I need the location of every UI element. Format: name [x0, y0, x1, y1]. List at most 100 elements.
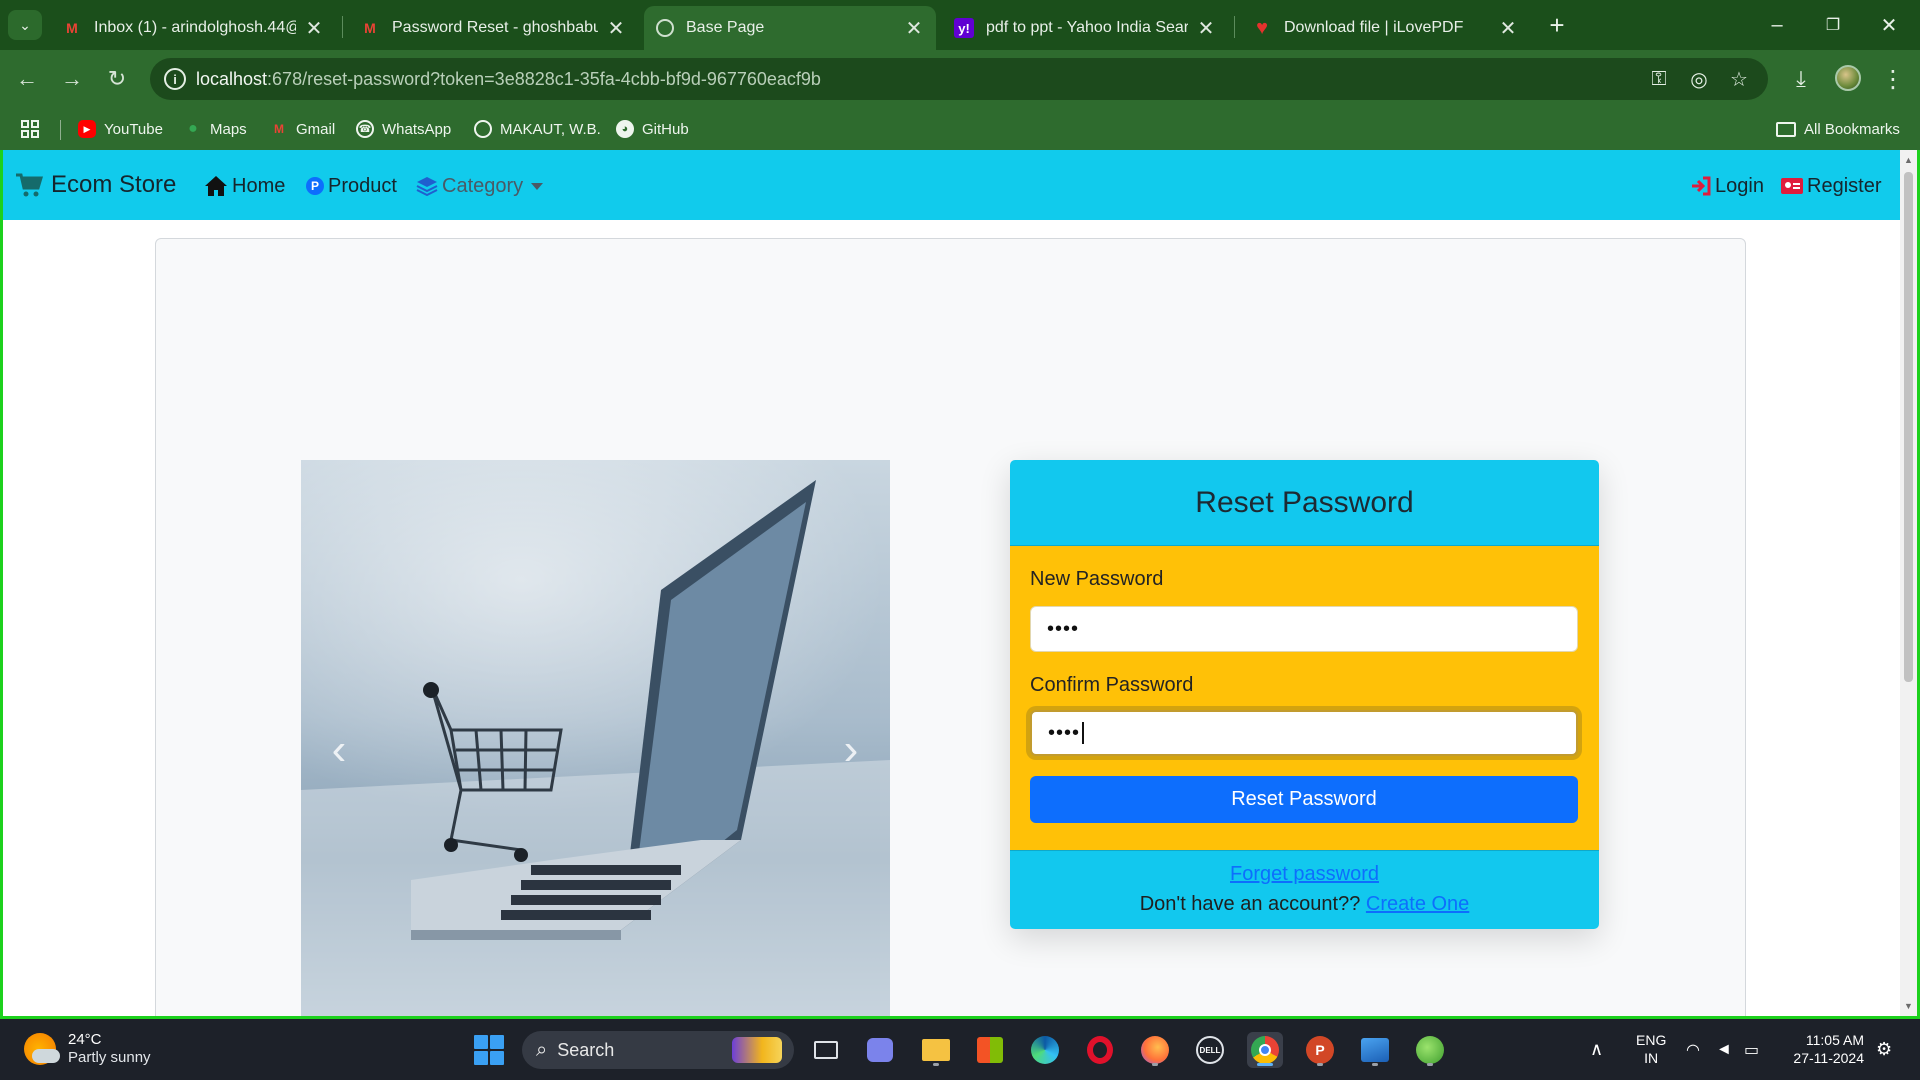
all-bookmarks[interactable]: All Bookmarks: [1776, 117, 1900, 141]
task-view-icon[interactable]: [808, 1032, 844, 1068]
dell-icon[interactable]: DELL: [1192, 1032, 1228, 1068]
partly-sunny-icon: [24, 1033, 60, 1065]
tab-inbox[interactable]: M Inbox (1) - arindolghosh.44@gr ✕: [50, 6, 336, 50]
browser-chrome: ⌄ M Inbox (1) - arindolghosh.44@gr ✕ M P…: [0, 0, 1920, 150]
chrome-icon[interactable]: [1247, 1032, 1283, 1068]
nav-product[interactable]: P Product: [306, 172, 397, 200]
tab-ilovepdf[interactable]: ♥ Download file | iLovePDF ✕: [1240, 6, 1530, 50]
edge-icon[interactable]: [1027, 1032, 1063, 1068]
maps-icon: ●: [188, 120, 198, 137]
bookmark-whatsapp[interactable]: ☎ WhatsApp: [356, 117, 451, 141]
close-icon[interactable]: ✕: [904, 16, 924, 41]
apps-icon[interactable]: [20, 117, 40, 141]
taskbar-search[interactable]: ⌕ Search: [522, 1031, 794, 1069]
photos-icon[interactable]: [1357, 1032, 1393, 1068]
download-icon[interactable]: ⤓: [1784, 62, 1818, 96]
url-text[interactable]: localhost:678/reset-password?token=3e882…: [196, 69, 821, 90]
carousel-next-icon[interactable]: ›: [831, 720, 871, 780]
battery-icon[interactable]: ▭: [1744, 1019, 1759, 1080]
opera-icon[interactable]: [1082, 1032, 1118, 1068]
firefox-icon[interactable]: [1137, 1032, 1173, 1068]
nav-register[interactable]: Register: [1781, 172, 1881, 200]
brand-link[interactable]: Ecom Store: [15, 168, 176, 202]
eye-off-icon[interactable]: ◎: [1686, 66, 1712, 92]
clock[interactable]: 11:05 AM 27-11-2024: [1782, 1031, 1864, 1067]
start-button[interactable]: [474, 1035, 504, 1065]
tab-search-button[interactable]: ⌄: [8, 10, 42, 40]
close-icon[interactable]: ✕: [304, 16, 324, 41]
microsoft-store-icon[interactable]: [972, 1032, 1008, 1068]
page-viewport: Ecom Store Home P Product Category Login…: [3, 150, 1900, 1016]
avatar[interactable]: [1835, 65, 1861, 91]
key-icon[interactable]: ⚿: [1646, 66, 1672, 92]
confirm-password-field[interactable]: ••••: [1030, 710, 1578, 756]
bookmark-makaut[interactable]: MAKAUT, W.B.: [474, 117, 601, 141]
reload-button[interactable]: ↻: [100, 62, 134, 96]
address-bar[interactable]: i localhost:678/reset-password?token=3e8…: [150, 58, 1768, 100]
forward-button[interactable]: →: [55, 62, 89, 96]
nav-login[interactable]: Login: [1691, 172, 1764, 200]
minimize-button[interactable]: –: [1754, 8, 1800, 42]
tab-title: Download file | iLovePDF: [1284, 19, 1464, 36]
weather-widget[interactable]: 24°C Partly sunny: [24, 1031, 151, 1067]
carousel-prev-icon[interactable]: ‹: [319, 720, 359, 780]
notifications-icon[interactable]: ⚙: [1876, 1019, 1892, 1080]
new-password-label: New Password: [1030, 568, 1164, 590]
text-cursor: [1082, 722, 1085, 744]
new-password-field[interactable]: ••••: [1030, 606, 1578, 652]
scroll-up-icon[interactable]: ▲: [1900, 152, 1917, 168]
star-icon[interactable]: ☆: [1726, 66, 1752, 92]
tab-title: pdf to ppt - Yahoo India Search: [986, 19, 1188, 36]
file-explorer-icon[interactable]: [918, 1032, 954, 1068]
tab-title: Inbox (1) - arindolghosh.44@gr: [94, 19, 296, 36]
spring-leaf-icon[interactable]: [1412, 1032, 1448, 1068]
close-icon[interactable]: ✕: [1196, 16, 1216, 41]
forget-password-link[interactable]: Forget password: [1230, 863, 1379, 885]
wifi-icon[interactable]: ◠: [1686, 1019, 1700, 1080]
menu-icon[interactable]: ⋮: [1876, 62, 1910, 96]
close-icon[interactable]: ✕: [1498, 16, 1518, 41]
tab-password-reset[interactable]: M Password Reset - ghoshbabugh ✕: [348, 6, 638, 50]
volume-icon[interactable]: ◄: [1716, 1019, 1732, 1080]
laptop-cart-image: [301, 480, 890, 1016]
weather-temp: 24°C: [68, 1031, 102, 1048]
scroll-thumb[interactable]: [1904, 172, 1913, 682]
github-icon: ◕: [616, 120, 634, 138]
show-hidden-icons-icon[interactable]: ∧: [1590, 1019, 1603, 1080]
teams-icon[interactable]: [862, 1032, 898, 1068]
yahoo-icon: y!: [954, 18, 974, 38]
bookmark-maps[interactable]: ● Maps: [184, 117, 247, 141]
create-account-link[interactable]: Create One: [1366, 893, 1469, 915]
page-scrollbar[interactable]: ▲ ▼: [1900, 150, 1917, 1016]
youtube-icon: ▶: [78, 120, 96, 138]
no-account-text: Don't have an account??: [1139, 893, 1361, 915]
back-button[interactable]: ←: [10, 62, 44, 96]
product-carousel: ‹ ›: [301, 460, 890, 1016]
scroll-down-icon[interactable]: ▼: [1900, 998, 1917, 1014]
tab-title: Base Page: [686, 19, 765, 36]
cart-icon: [16, 173, 43, 197]
globe-icon: [656, 19, 674, 37]
nav-home[interactable]: Home: [204, 172, 285, 200]
tab-title: Password Reset - ghoshbabugh: [392, 19, 598, 36]
site-info-icon[interactable]: i: [164, 68, 186, 90]
restore-button[interactable]: ❐: [1810, 8, 1856, 42]
close-window-button[interactable]: ✕: [1866, 8, 1912, 42]
nav-category-dropdown[interactable]: Category: [416, 172, 544, 200]
bookmark-gmail[interactable]: M Gmail: [270, 117, 335, 141]
card-title: Reset Password: [1195, 485, 1414, 519]
powerpoint-icon[interactable]: P: [1302, 1032, 1338, 1068]
close-icon[interactable]: ✕: [606, 16, 626, 41]
reset-password-button[interactable]: Reset Password: [1030, 776, 1578, 823]
gmail-icon: M: [274, 122, 284, 136]
new-tab-button[interactable]: +: [1542, 10, 1572, 40]
bookmark-youtube[interactable]: ▶ YouTube: [78, 117, 163, 141]
tab-base-page[interactable]: Base Page ✕: [644, 6, 936, 50]
search-icon: ⌕: [536, 1038, 548, 1061]
gmail-icon: M: [364, 20, 376, 36]
chevron-down-icon: [531, 182, 544, 190]
product-p-icon: P: [306, 177, 324, 195]
language-indicator[interactable]: ENG IN: [1636, 1031, 1666, 1067]
tab-yahoo[interactable]: y! pdf to ppt - Yahoo India Search ✕: [942, 6, 1228, 50]
bookmark-github[interactable]: ◕ GitHub: [616, 117, 689, 141]
